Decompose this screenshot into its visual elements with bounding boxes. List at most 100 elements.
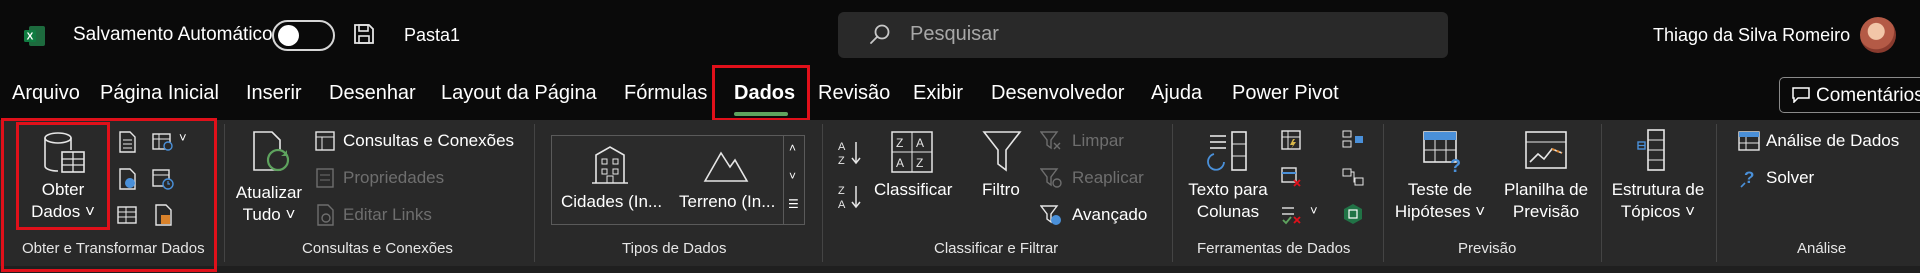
reaplicar-button[interactable]: Reaplicar (1072, 168, 1144, 188)
atualizar-tudo-button[interactable]: Atualizar Tudo ˅ (230, 183, 308, 225)
propriedades-button[interactable]: Propriedades (343, 168, 444, 188)
reapply-icon (1040, 168, 1062, 188)
texto-line2: Colunas (1196, 202, 1260, 221)
group-separator (822, 124, 823, 262)
search-icon (870, 24, 890, 44)
svg-text:A: A (916, 136, 924, 150)
svg-text:?: ? (1744, 168, 1754, 187)
consultas-conexoes-button[interactable]: Consultas e Conexões (343, 131, 514, 151)
expand-gallery-icon[interactable]: ☰ (788, 197, 799, 211)
group-separator (224, 124, 225, 262)
svg-text:A: A (838, 199, 846, 211)
svg-text:Z: Z (838, 155, 845, 167)
remove-duplicates-icon[interactable] (1280, 166, 1302, 188)
tab-revisao[interactable]: Revisão (818, 82, 890, 105)
svg-text:A: A (896, 156, 904, 170)
tab-inserir[interactable]: Inserir (246, 82, 302, 105)
estrutura-line2: Tópicos ˅ (1620, 202, 1696, 221)
chevron-down-icon[interactable]: ˅ (1310, 203, 1318, 218)
autosave-toggle[interactable] (272, 20, 335, 51)
highlight-dados-tab (712, 65, 810, 121)
avancado-button[interactable]: Avançado (1072, 205, 1147, 225)
teste-hipoteses-button[interactable]: Teste de Hipóteses ˅ (1394, 180, 1486, 222)
group-separator (534, 124, 535, 262)
editar-links-button[interactable]: Editar Links (343, 205, 432, 225)
svg-text:?: ? (1450, 156, 1461, 174)
planilha-line2: Previsão (1512, 202, 1580, 221)
group-separator (1383, 124, 1384, 262)
analise-dados-button[interactable]: Análise de Dados (1766, 131, 1899, 151)
tab-pagina-inicial[interactable]: Página Inicial (100, 82, 219, 105)
filtro-button[interactable]: Filtro (982, 180, 1020, 200)
avatar[interactable] (1860, 17, 1896, 53)
scroll-up-icon[interactable]: ˄ (789, 141, 796, 155)
tab-desenhar[interactable]: Desenhar (329, 82, 416, 105)
ribbon-tabs: Arquivo Página Inicial Inserir Desenhar … (0, 70, 1920, 120)
tab-ajuda[interactable]: Ajuda (1151, 82, 1202, 105)
group-separator (1716, 124, 1717, 262)
tab-formulas[interactable]: Fórmulas (624, 82, 707, 105)
svg-text:A: A (838, 141, 846, 153)
consolidate-icon[interactable] (1342, 129, 1364, 151)
forecast-sheet-icon (1525, 131, 1567, 169)
group-separator (1601, 124, 1602, 262)
edit-links-icon (317, 204, 334, 226)
data-validation-icon[interactable] (1280, 203, 1302, 225)
refresh-all-icon (253, 131, 290, 172)
terreno-data-type[interactable]: Terreno (In... (679, 192, 775, 212)
data-model-icon[interactable] (1342, 203, 1364, 225)
what-if-analysis-icon: ? (1423, 131, 1461, 174)
estrutura-topicos-button[interactable]: Estrutura de Tópicos ˅ (1608, 180, 1708, 222)
advanced-filter-icon (1040, 205, 1061, 225)
svg-text:Z: Z (896, 136, 903, 150)
texto-line1: Texto para (1188, 180, 1268, 199)
limpar-button[interactable]: Limpar (1072, 131, 1124, 151)
search-box[interactable]: Pesquisar (838, 12, 1448, 58)
gallery-scroll: ˄ ˅ ☰ (783, 135, 805, 225)
tab-layout-da-pagina[interactable]: Layout da Página (441, 82, 597, 105)
terrain-icon (703, 151, 749, 182)
classificar-button[interactable]: Classificar (874, 180, 952, 200)
sort-z-to-a-icon[interactable]: Z A (836, 182, 866, 212)
toggle-knob (278, 25, 299, 46)
clear-filter-icon (1040, 131, 1061, 150)
user-name[interactable]: Thiago da Silva Romeiro (1653, 25, 1850, 46)
svg-text:Z: Z (916, 156, 923, 170)
search-placeholder: Pesquisar (910, 23, 999, 45)
group-separator (1172, 124, 1173, 262)
save-icon[interactable] (352, 22, 376, 46)
file-name[interactable]: Pasta1 (404, 25, 460, 46)
scroll-down-icon[interactable]: ˅ (789, 169, 796, 183)
group-label-tipos: Tipos de Dados (622, 240, 727, 257)
sort-dialog-icon: Z A A Z (891, 131, 933, 173)
solver-button[interactable]: Solver (1766, 168, 1814, 188)
planilha-previsao-button[interactable]: Planilha de Previsão (1494, 180, 1598, 222)
group-label-consultas: Consultas e Conexões (302, 240, 453, 257)
group-label-previsao: Previsão (1458, 240, 1517, 257)
atualizar-line2: Tudo ˅ (242, 205, 296, 224)
filter-icon (982, 131, 1022, 172)
tab-arquivo[interactable]: Arquivo (12, 82, 80, 105)
tab-power-pivot[interactable]: Power Pivot (1232, 82, 1339, 105)
teste-line2: Hipóteses ˅ (1394, 202, 1486, 221)
properties-icon (316, 168, 334, 188)
planilha-line1: Planilha de (1503, 180, 1589, 199)
comments-label: Comentários (1816, 85, 1920, 106)
estrutura-line1: Estrutura de (1611, 180, 1705, 199)
svg-text:Z: Z (838, 185, 845, 197)
data-analysis-icon (1738, 131, 1760, 151)
sort-a-to-z-icon[interactable]: A Z (836, 138, 866, 168)
comment-icon (1792, 87, 1810, 103)
texto-para-colunas-button[interactable]: Texto para Colunas (1180, 180, 1276, 222)
group-label-analise: Análise (1797, 240, 1847, 257)
cities-icon (592, 146, 628, 184)
group-label-ferramentas: Ferramentas de Dados (1197, 240, 1351, 257)
autosave-label: Salvamento Automático (73, 24, 273, 45)
highlight-obter-button (16, 122, 110, 230)
cidades-data-type[interactable]: Cidades (In... (561, 192, 662, 212)
tab-exibir[interactable]: Exibir (913, 82, 963, 105)
flash-fill-icon[interactable] (1280, 129, 1302, 151)
comments-button[interactable]: Comentários (1779, 77, 1920, 113)
tab-desenvolvedor[interactable]: Desenvolvedor (991, 82, 1124, 105)
relationships-icon[interactable] (1342, 166, 1364, 188)
